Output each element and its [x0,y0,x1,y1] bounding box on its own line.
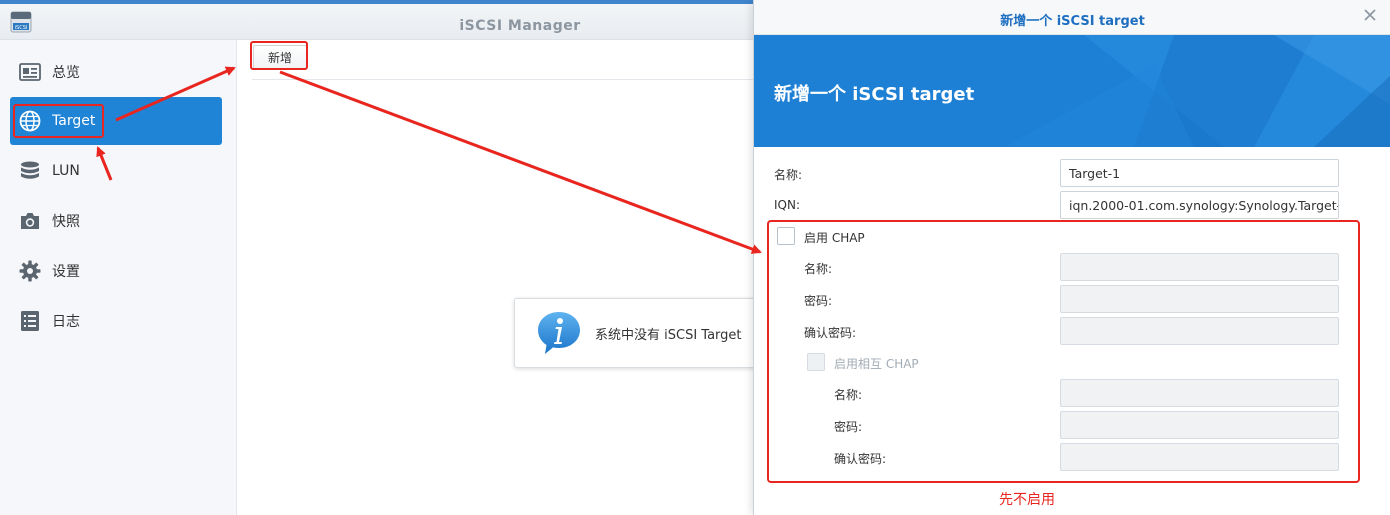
camera-icon [18,209,42,233]
sidebar-item-label: 快照 [52,214,80,230]
sidebar-item-label: 总览 [52,65,80,81]
sidebar-item-settings[interactable]: 设置 [10,247,222,295]
info-bubble-icon [538,312,580,354]
toolbar-divider [252,79,760,80]
create-button-annotation-box [250,41,308,70]
dialog-title: 新增一个 iSCSI target [1000,14,1145,29]
create-target-dialog: 新增一个 iSCSI target 新增一个 iSCSI target 名称: … [753,0,1390,515]
empty-state-message: 系统中没有 iSCSI Target [514,298,760,368]
close-icon[interactable] [1361,8,1379,26]
app-titlebar: iSCSI iSCSI Manager [0,0,760,40]
target-name-label: 名称: [774,168,803,182]
sidebar-item-label: LUN [52,163,80,179]
gear-icon [18,259,42,283]
iqn-label: IQN: [774,198,801,212]
overview-icon [18,60,42,84]
iscsi-manager-window: iSCSI iSCSI Manager 总览 Target LUN 快照 设置 … [0,0,760,515]
dialog-banner-title: 新增一个 iSCSI target [774,84,975,105]
chap-annotation-box [767,220,1360,483]
sidebar-item-label: 日志 [52,314,80,330]
iqn-input[interactable]: iqn.2000-01.com.synology:Synology.Target… [1060,191,1339,219]
target-item-annotation-box [13,104,104,138]
titlebar-accent-strip [0,0,760,4]
sidebar-item-label: 设置 [52,264,80,280]
sidebar-item-overview[interactable]: 总览 [10,48,222,96]
annotation-note: 先不启用 [999,492,1055,508]
dialog-banner: 新增一个 iSCSI target [754,35,1390,147]
empty-state-text: 系统中没有 iSCSI Target [595,327,742,343]
sidebar-item-log[interactable]: 日志 [10,297,222,345]
log-list-icon [18,309,42,333]
sidebar-item-snapshot[interactable]: 快照 [10,197,222,245]
sidebar-item-lun[interactable]: LUN [10,147,222,195]
dialog-titlebar: 新增一个 iSCSI target [754,0,1390,35]
database-icon [18,159,42,183]
target-name-input[interactable]: Target-1 [1060,159,1339,187]
